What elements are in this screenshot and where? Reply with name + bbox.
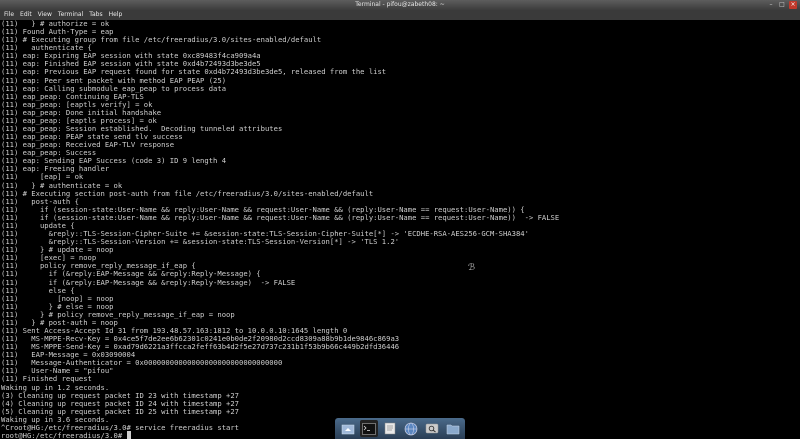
- window-titlebar[interactable]: Terminal - pifou@zabeth08: ~ – □ ×: [0, 0, 800, 10]
- terminal-icon[interactable]: [359, 420, 378, 437]
- terminal-line: root@HG:/etc/freeradius/3.0#: [1, 430, 127, 439]
- menu-bar: File Edit View Terminal Tabs Help: [0, 10, 800, 20]
- files-icon[interactable]: [381, 420, 399, 437]
- minimize-icon[interactable]: –: [767, 1, 775, 9]
- window-controls: – □ ×: [767, 1, 797, 9]
- web-browser-icon[interactable]: [402, 420, 420, 437]
- maximize-icon[interactable]: □: [778, 1, 786, 9]
- home-folder-icon[interactable]: [339, 420, 357, 437]
- terminal-output[interactable]: (11) } # authorize = ok (11) Found Auth-…: [0, 20, 800, 439]
- menu-view[interactable]: View: [38, 10, 52, 20]
- text-cursor-icon: ℬ: [468, 263, 476, 273]
- search-icon[interactable]: [423, 420, 441, 437]
- taskbar-dock: [335, 418, 465, 439]
- folder-icon[interactable]: [444, 420, 462, 437]
- terminal-text: (11) } # authorize = ok (11) Found Auth-…: [0, 20, 800, 439]
- terminal-line: (11) if (session-state:User-Name && repl…: [1, 212, 560, 222]
- menu-terminal[interactable]: Terminal: [58, 10, 83, 20]
- close-icon[interactable]: ×: [789, 1, 797, 9]
- menu-edit[interactable]: Edit: [20, 10, 32, 20]
- window-title: Terminal - pifou@zabeth08: ~: [355, 1, 445, 8]
- menu-tabs[interactable]: Tabs: [89, 10, 102, 20]
- menu-help[interactable]: Help: [109, 10, 123, 20]
- menu-file[interactable]: File: [4, 10, 14, 20]
- terminal-cursor: [126, 430, 131, 439]
